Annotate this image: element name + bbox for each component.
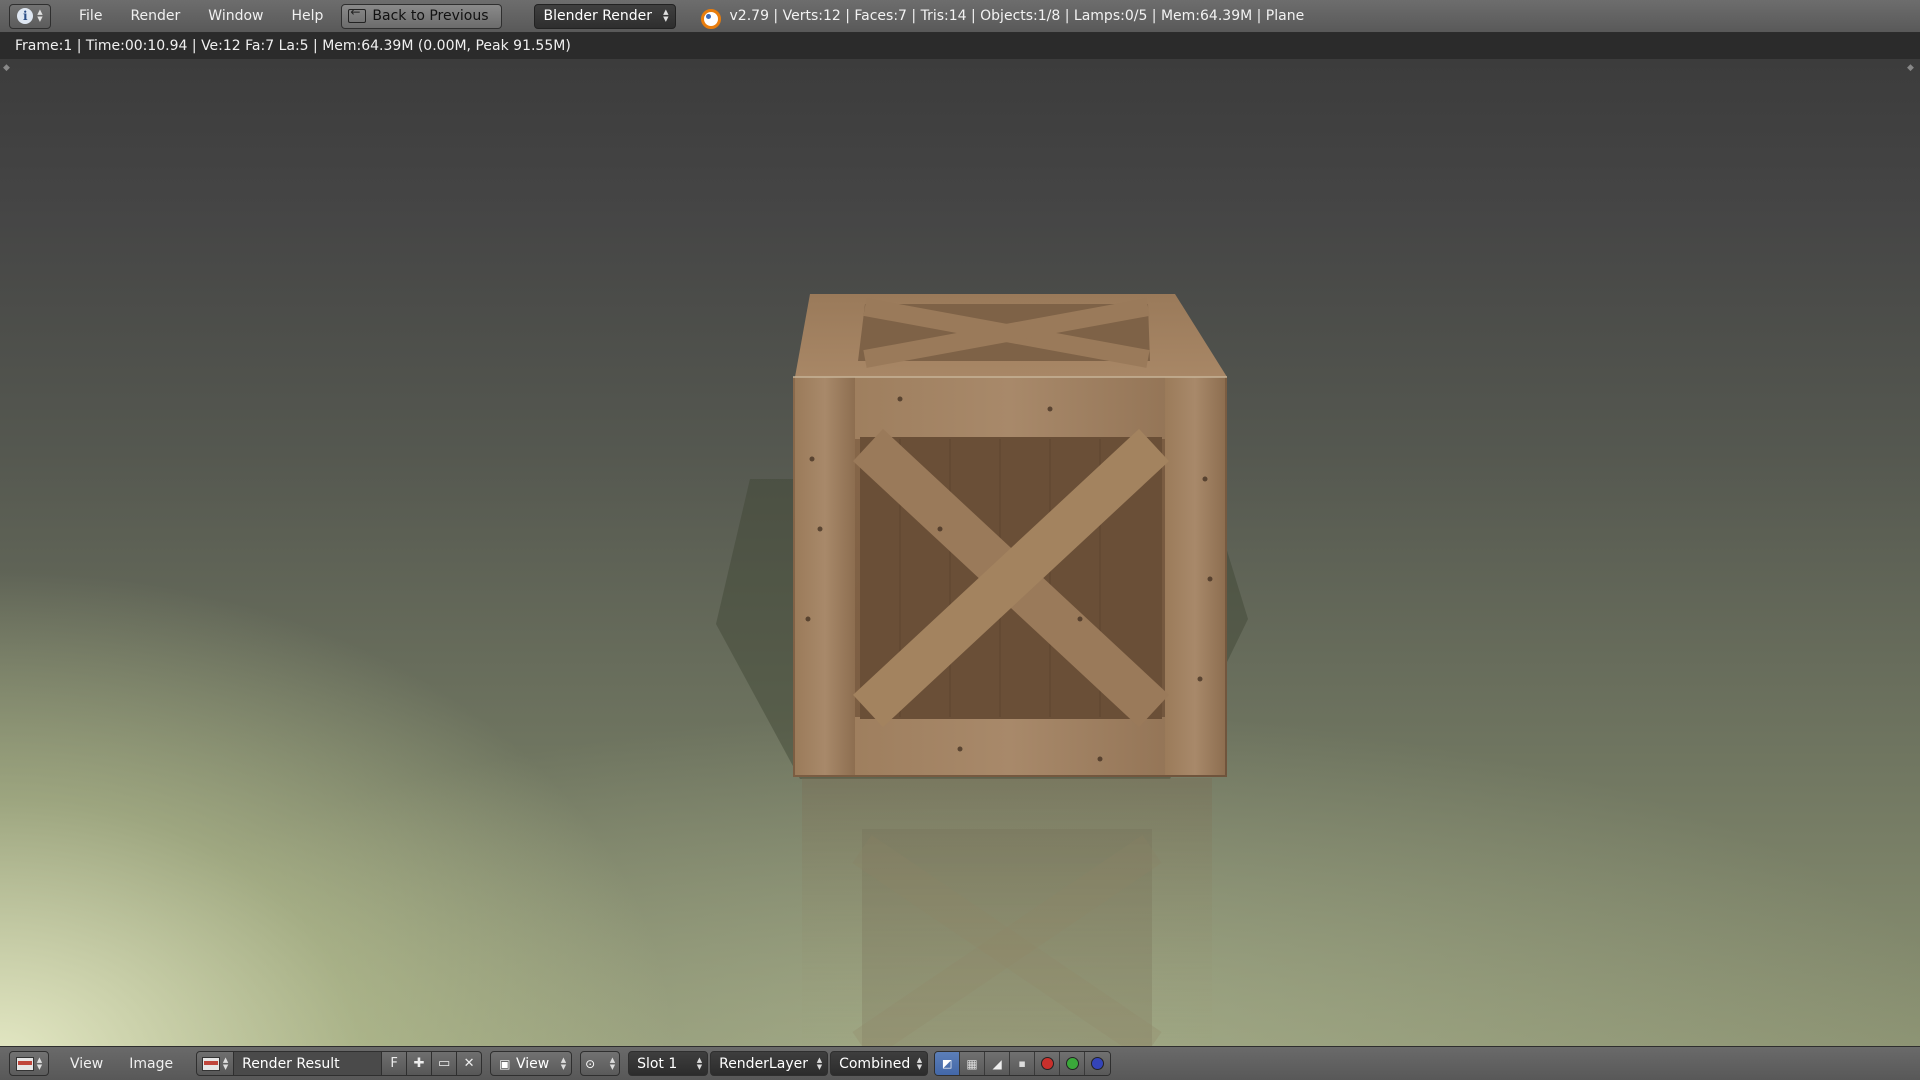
image-icon	[201, 1056, 220, 1071]
render-slot-dropdown[interactable]: Slot 1 ▲ ▼	[628, 1051, 709, 1076]
green-channel-icon	[1065, 1057, 1079, 1070]
dropdown-arrows-icon: ▲ ▼	[560, 1055, 567, 1071]
render-pass-value: Combined	[839, 1055, 911, 1072]
back-icon	[348, 5, 367, 23]
image-editor-header: ▲ ▼ View Image ▲ ▼ Render Result F ✚ ▭ ✕ ▣…	[0, 1046, 1920, 1080]
plus-icon: ✚	[413, 1056, 425, 1071]
back-to-previous-button[interactable]: Back to Previous	[341, 3, 502, 29]
red-channel-icon	[1040, 1057, 1054, 1070]
fake-user-button[interactable]: F	[382, 1051, 408, 1076]
render-engine-dropdown[interactable]: Blender Render ▲ ▼	[533, 3, 676, 29]
menu-view[interactable]: View	[57, 1047, 116, 1080]
updown-arrows-icon: ▲ ▼	[222, 1055, 229, 1071]
dropdown-arrows-icon: ▲ ▼	[609, 1055, 616, 1071]
menu-help[interactable]: Help	[277, 0, 337, 33]
color-channel-icon: ◩	[941, 1057, 953, 1070]
crate-reflection	[802, 778, 1212, 1046]
info-header: i ▲▼ File Render Window Help Back to Pre…	[0, 0, 1920, 33]
main-menu: File Render Window Help	[65, 0, 337, 33]
pivot-icon: ⊙	[585, 1056, 596, 1071]
close-icon: ✕	[463, 1056, 475, 1071]
draw-zbuffer-button[interactable]: ▪	[1010, 1052, 1036, 1075]
blue-channel-button[interactable]	[1085, 1052, 1111, 1075]
render-layer-value: RenderLayer	[719, 1055, 808, 1072]
checker-alpha-icon: ▦	[966, 1056, 978, 1071]
editor-type-selector[interactable]: i ▲ ▼	[9, 3, 51, 29]
back-to-previous-label: Back to Previous	[372, 8, 489, 24]
dropdown-arrows-icon: ▲ ▼	[663, 8, 669, 23]
render-layer-dropdown[interactable]: RenderLayer ▲ ▼	[710, 1051, 829, 1076]
unlink-image-button[interactable]: ✕	[457, 1051, 483, 1076]
draw-color-alpha-button[interactable]: ▦	[960, 1052, 986, 1075]
pivot-dropdown[interactable]: ⊙ ▲ ▼	[580, 1051, 621, 1076]
draw-color-button[interactable]: ◩	[935, 1052, 961, 1075]
view-mode-icon: ▣	[499, 1056, 511, 1071]
image-editor-viewport[interactable]: ◆ ◆	[0, 59, 1920, 1046]
updown-arrows-icon: ▲ ▼	[37, 8, 43, 23]
menu-render[interactable]: Render	[116, 0, 194, 33]
menu-file[interactable]: File	[65, 0, 116, 33]
alpha-icon: ◢	[992, 1056, 1002, 1071]
image-editor-icon	[15, 1056, 34, 1071]
zbuffer-icon: ▪	[1018, 1057, 1026, 1070]
render-status-text: Frame:1 | Time:00:10.94 | Ve:12 Fa:7 La:…	[15, 38, 571, 54]
browse-image-button[interactable]: ▲ ▼	[196, 1051, 235, 1076]
image-name-field[interactable]: Render Result	[234, 1051, 383, 1076]
image-datablock-selector: ▲ ▼ Render Result F ✚ ▭ ✕	[196, 1051, 483, 1076]
view-mode-value: View	[515, 1055, 550, 1072]
new-image-button[interactable]: ✚	[407, 1051, 433, 1076]
open-image-button[interactable]: ▭	[432, 1051, 458, 1076]
render-status-line: Frame:1 | Time:00:10.94 | Ve:12 Fa:7 La:…	[0, 33, 1920, 59]
fake-user-label: F	[390, 1056, 398, 1071]
red-channel-button[interactable]	[1035, 1052, 1061, 1075]
menu-image[interactable]: Image	[116, 1047, 186, 1080]
display-channels-toggles: ◩ ▦ ◢ ▪	[934, 1051, 1112, 1076]
dropdown-arrows-icon: ▲ ▼	[696, 1055, 703, 1071]
image-editor-menu: View Image	[57, 1047, 186, 1080]
info-icon: i	[17, 8, 34, 24]
render-engine-value: Blender Render	[543, 8, 653, 24]
menu-window[interactable]: Window	[194, 0, 277, 33]
folder-icon: ▭	[437, 1056, 451, 1071]
green-channel-button[interactable]	[1060, 1052, 1086, 1075]
image-name-value: Render Result	[242, 1055, 340, 1072]
updown-arrows-icon: ▲ ▼	[36, 1055, 43, 1071]
dropdown-arrows-icon: ▲ ▼	[916, 1055, 923, 1071]
render-slot-value: Slot 1	[637, 1055, 678, 1072]
dropdown-arrows-icon: ▲ ▼	[816, 1055, 823, 1071]
scene-statistics: v2.79 | Verts:12 | Faces:7 | Tris:14 | O…	[729, 8, 1305, 24]
blender-logo-icon	[698, 6, 721, 29]
view-mode-dropdown[interactable]: ▣ View ▲ ▼	[490, 1051, 573, 1076]
editor-type-selector-image[interactable]: ▲ ▼	[9, 1051, 49, 1076]
blue-channel-icon	[1091, 1057, 1105, 1070]
draw-alpha-button[interactable]: ◢	[985, 1052, 1011, 1075]
render-result-image	[716, 294, 1248, 1046]
render-pass-dropdown[interactable]: Combined ▲ ▼	[830, 1051, 929, 1076]
